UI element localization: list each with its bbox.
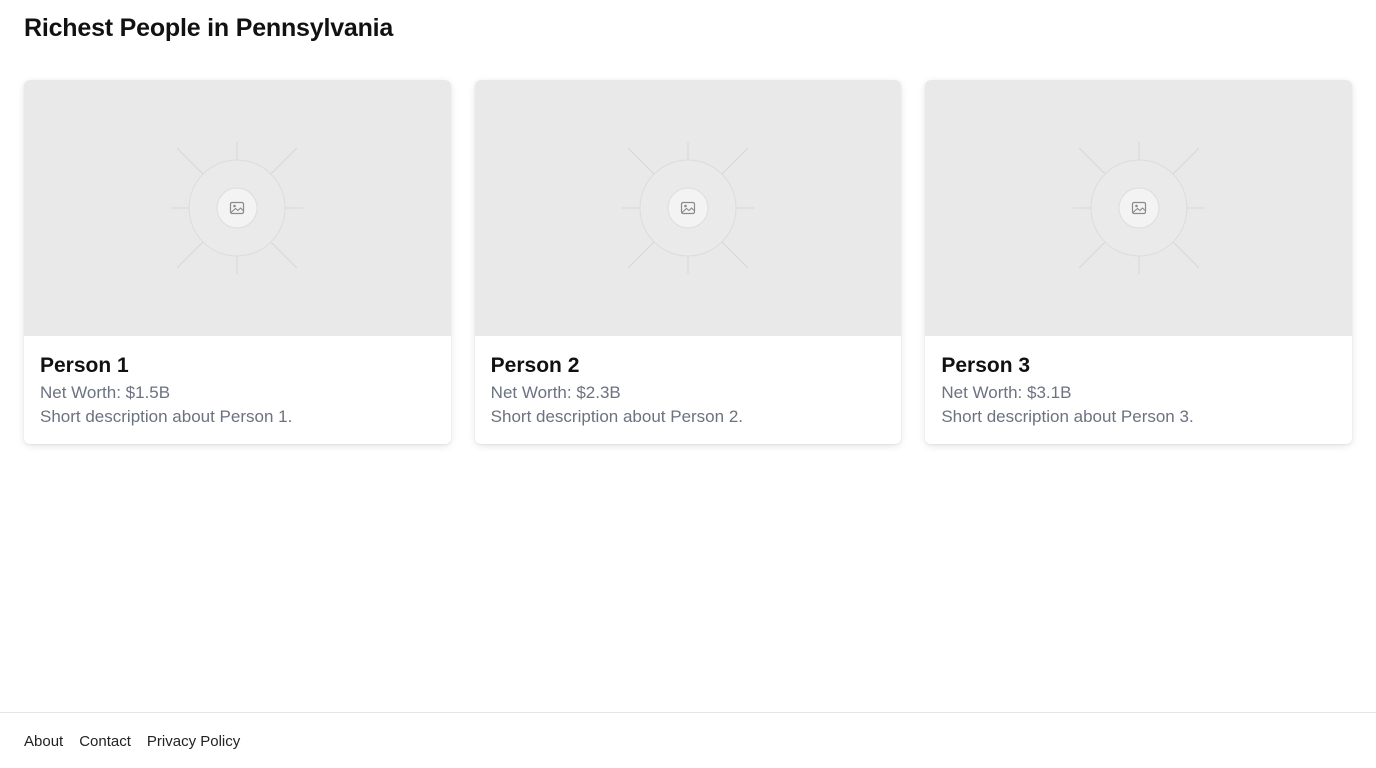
person-image [925,80,1353,336]
image-placeholder-icon [1069,138,1209,278]
person-cards: Person 1 Net Worth: $1.5B Short descript… [24,80,1353,444]
page: Richest People in Pennsylvania Person 1 … [0,0,1376,768]
card-body: Person 1 Net Worth: $1.5B Short descript… [24,336,451,429]
person-description: Short description about Person 2. [490,407,743,426]
image-placeholder-icon [167,138,307,278]
footer: About Contact Privacy Policy [0,712,1376,768]
image-placeholder-icon [618,138,758,278]
person-net-worth: Net Worth: $2.3B [490,383,621,402]
person-net-worth: Net Worth: $3.1B [941,383,1072,402]
person-card[interactable]: Person 3 Net Worth: $3.1B Short descript… [925,80,1353,444]
person-image [474,80,902,336]
footer-nav: About Contact Privacy Policy [24,732,240,752]
person-card[interactable]: Person 2 Net Worth: $2.3B Short descript… [474,80,902,444]
footer-link-about[interactable]: About [24,732,63,752]
person-name: Person 3 [941,354,1031,377]
person-name: Person 2 [490,354,580,377]
person-description: Short description about Person 3. [941,407,1194,426]
person-card[interactable]: Person 1 Net Worth: $1.5B Short descript… [24,80,451,444]
person-name: Person 1 [40,354,129,377]
person-net-worth: Net Worth: $1.5B [40,383,171,402]
card-body: Person 2 Net Worth: $2.3B Short descript… [475,336,902,429]
person-image [24,80,451,336]
footer-link-contact[interactable]: Contact [79,732,131,752]
card-body: Person 3 Net Worth: $3.1B Short descript… [925,336,1352,429]
footer-link-privacy-policy[interactable]: Privacy Policy [147,732,240,752]
page-title: Richest People in Pennsylvania [24,14,394,42]
person-description: Short description about Person 1. [40,407,293,426]
